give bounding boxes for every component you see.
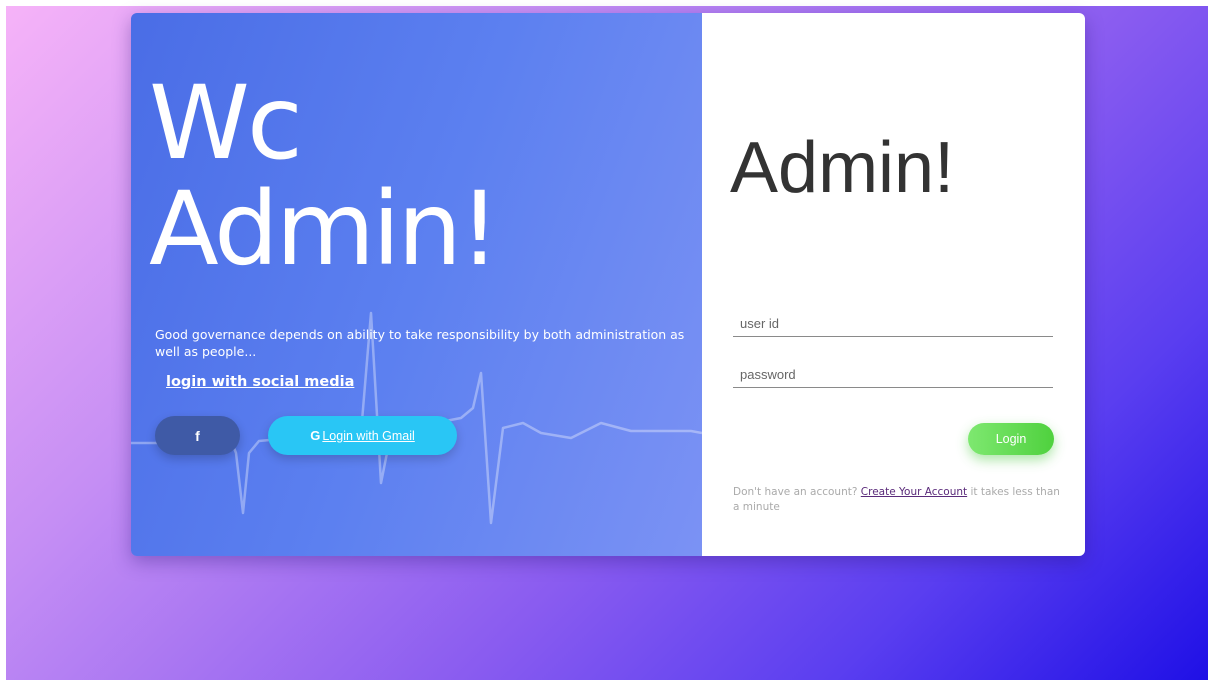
- welcome-title-line1: Wc: [149, 64, 303, 183]
- welcome-panel: Wc Admin! Good governance depends on abi…: [131, 13, 702, 556]
- gmail-login-button[interactable]: G Login with Gmail: [268, 416, 457, 455]
- welcome-title-line2: Admin!: [149, 170, 500, 289]
- google-icon: G: [310, 428, 321, 443]
- password-input[interactable]: [733, 362, 1053, 388]
- login-form-panel: Admin! Login Don't have an account? Crea…: [702, 13, 1085, 556]
- signup-note: Don't have an account? Create Your Accou…: [733, 485, 1063, 515]
- gmail-login-label: Login with Gmail: [322, 428, 415, 443]
- tagline-text: Good governance depends on ability to ta…: [155, 327, 685, 359]
- userid-input[interactable]: [733, 311, 1053, 337]
- facebook-login-button[interactable]: f: [155, 416, 240, 455]
- login-card: Wc Admin! Good governance depends on abi…: [131, 13, 1085, 556]
- login-button[interactable]: Login: [968, 423, 1054, 455]
- create-account-link[interactable]: Create Your Account: [861, 486, 967, 498]
- login-title: Admin!: [730, 128, 955, 208]
- signup-prefix: Don't have an account?: [733, 486, 861, 498]
- welcome-title: Wc Admin!: [149, 64, 500, 289]
- facebook-icon: f: [195, 427, 200, 444]
- social-login-link[interactable]: login with social media: [166, 374, 354, 390]
